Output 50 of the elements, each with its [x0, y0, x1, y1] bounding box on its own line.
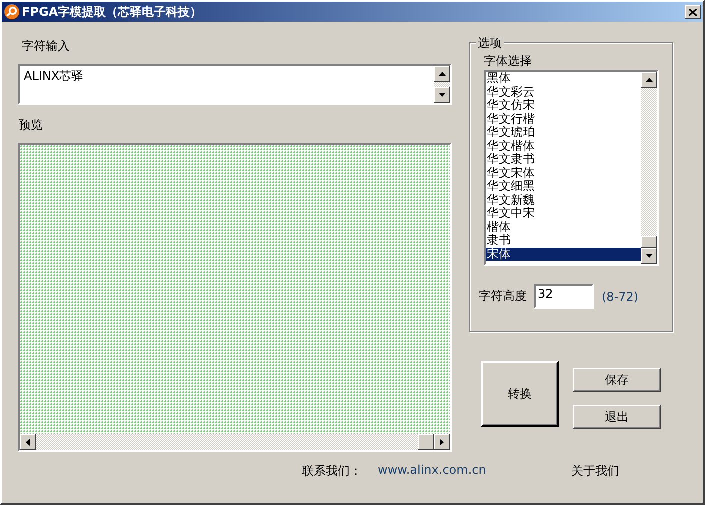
field-label: 字符高度 [479, 288, 527, 305]
scroll-thumb[interactable] [418, 434, 434, 450]
font-list-item[interactable]: 宋体 [486, 248, 641, 261]
horizontal-scrollbar[interactable] [20, 434, 450, 450]
font-list[interactable]: 黑体 华文彩云 华文仿宋 华文行楷 华文琥珀 华文楷体 华文隶书 华文宋体 华文细黑 华文新魏 华文中宋 楷体 隶书 宋体 [484, 70, 659, 266]
contact-label: 联系我们： [302, 463, 362, 480]
scroll-down-button[interactable] [641, 248, 657, 264]
field-label: 字体选择 [484, 53, 533, 67]
font-list-item[interactable]: 华文行楷 [486, 112, 641, 126]
field-label: 字符输入 [22, 38, 71, 54]
window-title: FPGA字模提取（芯驿电子科技） [22, 4, 204, 20]
font-list-item[interactable]: 华文中宋 [486, 207, 641, 220]
font-list-item[interactable]: 华文宋体 [486, 166, 641, 180]
action-button[interactable]: 退出 [573, 405, 661, 429]
font-list-item[interactable]: 华文仿宋 [486, 99, 641, 112]
text-input-field[interactable]: ALINX芯驿 [18, 64, 452, 105]
scroll-up-button[interactable] [641, 72, 657, 88]
height-input-field[interactable]: 32 [534, 284, 594, 309]
font-list-item[interactable]: 华文新魏 [486, 194, 641, 207]
arrow-up-icon [438, 72, 446, 76]
font-list-item[interactable]: 华文楷体 [486, 140, 641, 153]
vertical-scrollbar[interactable] [641, 72, 657, 264]
font-list-item[interactable]: 黑体 [486, 72, 641, 86]
scroll-thumb[interactable] [641, 236, 657, 248]
font-list-item[interactable]: 楷体 [486, 220, 641, 234]
app-icon [4, 4, 20, 20]
range-hint: (8-72) [602, 290, 639, 304]
website-link[interactable]: www.alinx.com.cn [378, 463, 486, 480]
convert-button[interactable]: 转换 [481, 361, 559, 427]
vertical-scrollbar[interactable] [434, 66, 450, 103]
font-list-item[interactable]: 华文彩云 [486, 86, 641, 99]
font-list-item[interactable]: 隶书 [486, 234, 641, 248]
arrow-down-icon [646, 254, 652, 258]
scroll-left-button[interactable] [20, 434, 36, 450]
preview-label: 预览 [19, 117, 44, 133]
close-button[interactable] [685, 5, 701, 19]
arrow-left-icon [26, 438, 30, 446]
arrow-right-icon [440, 438, 444, 446]
group-title: 选项 [476, 35, 504, 52]
close-icon [689, 8, 697, 16]
about-link[interactable]: 关于我们 [571, 463, 620, 480]
scroll-up-button[interactable] [434, 66, 450, 82]
scroll-down-button[interactable] [434, 87, 450, 103]
arrow-down-icon [438, 93, 446, 97]
font-list-item[interactable]: 华文琥珀 [486, 126, 641, 140]
action-button[interactable]: 保存 [573, 368, 661, 392]
scroll-right-button[interactable] [434, 434, 450, 450]
font-list-item[interactable]: 华文隶书 [486, 153, 641, 166]
arrow-up-icon [646, 78, 652, 82]
font-list-item[interactable]: 华文细黑 [486, 180, 641, 194]
